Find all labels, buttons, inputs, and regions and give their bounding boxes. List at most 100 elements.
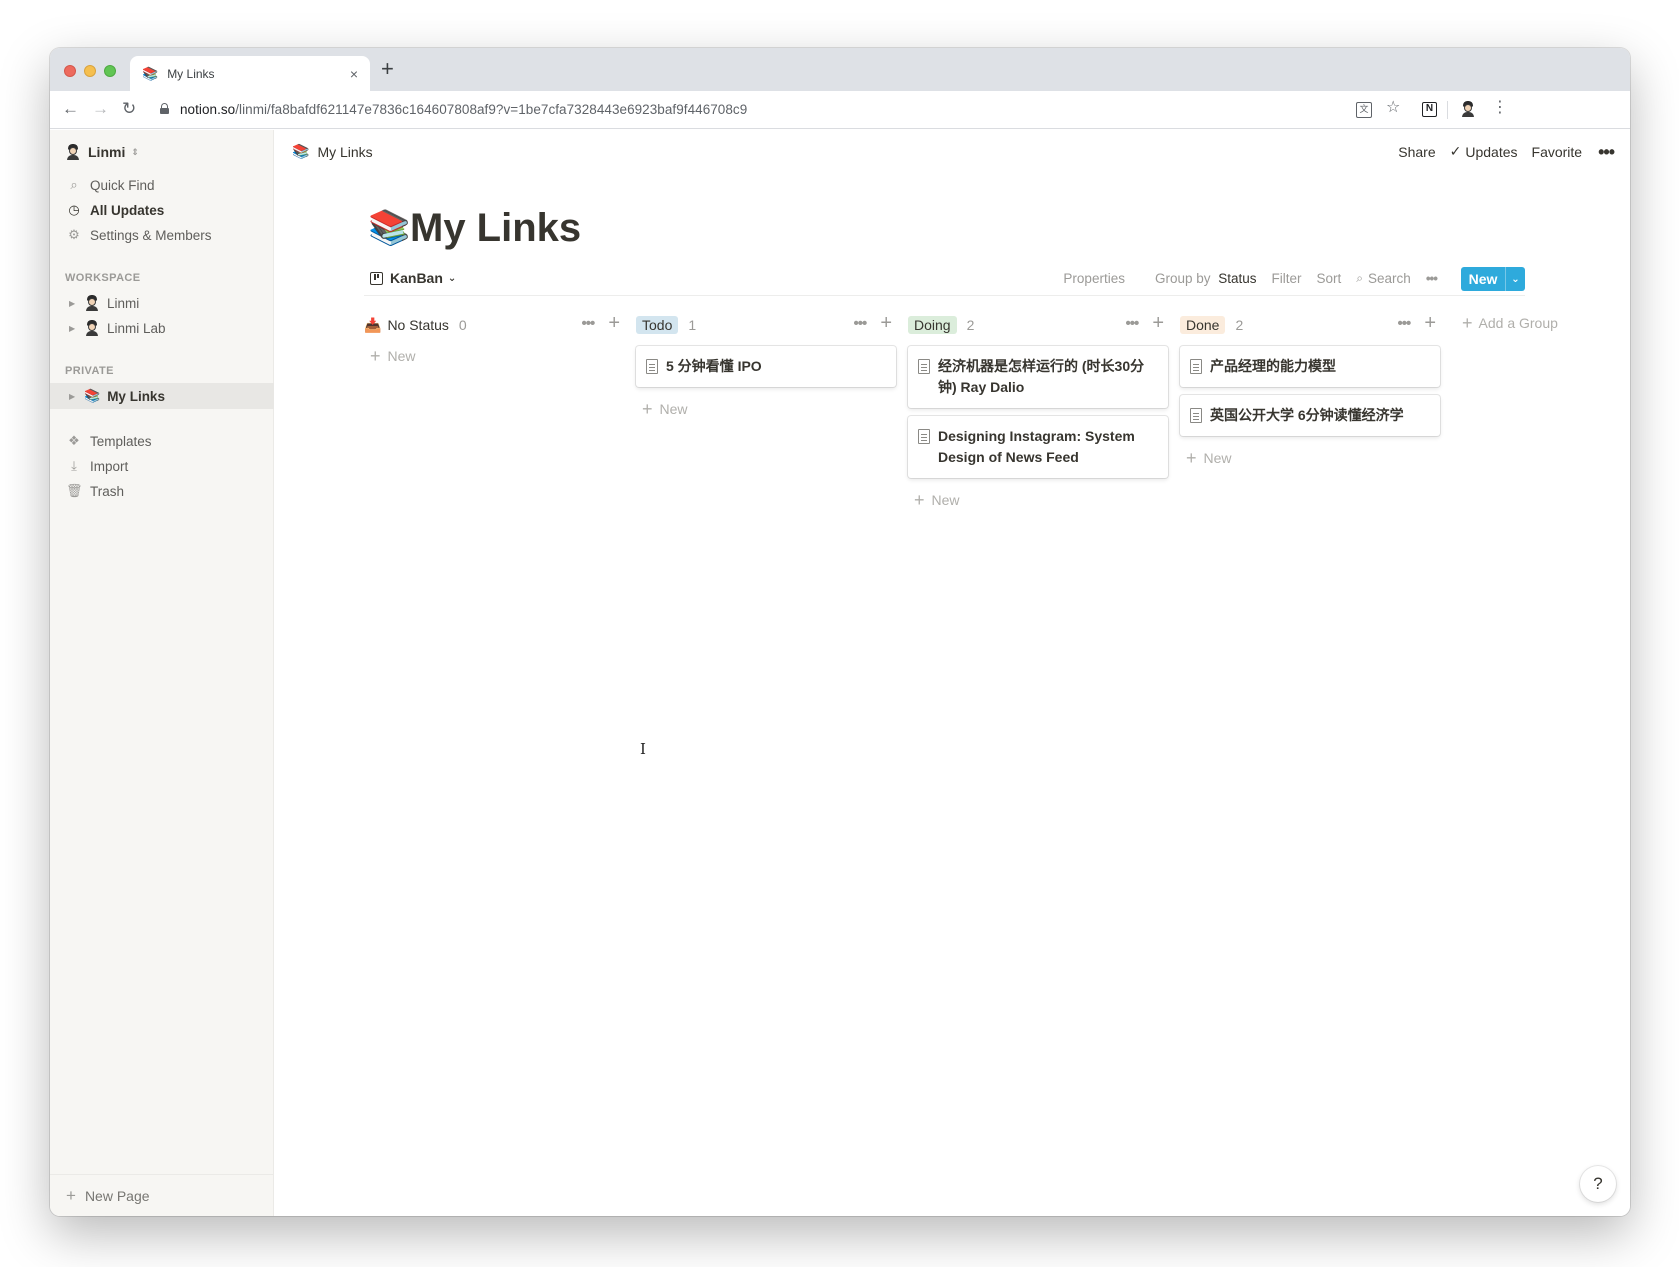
board-card[interactable]: 产品经理的能力模型 — [1180, 346, 1440, 387]
tab-title: My Links — [167, 66, 215, 81]
page-icon — [918, 359, 930, 374]
board-card[interactable]: 英国公开大学 6分钟读懂经济学 — [1180, 395, 1440, 436]
column-add-icon[interactable]: + — [1424, 313, 1436, 333]
column-more-icon[interactable]: ••• — [582, 315, 596, 332]
close-window-button[interactable] — [64, 65, 76, 77]
avatar — [65, 144, 81, 160]
card-title: 产品经理的能力模型 — [1210, 358, 1336, 374]
page-icon — [1190, 359, 1202, 374]
card-title: 5 分钟看懂 IPO — [666, 358, 762, 374]
board-card[interactable]: 经济机器是怎样运行的 (时长30分钟) Ray Dalio — [908, 346, 1168, 408]
group-by-value: Status — [1218, 271, 1257, 286]
sidebar-item-label: Settings & Members — [90, 227, 212, 243]
browser-tab[interactable]: 📚 My Links × — [130, 56, 370, 91]
more-options-icon[interactable]: ••• — [1598, 143, 1615, 161]
maximize-window-button[interactable] — [104, 65, 116, 77]
new-record-button[interactable]: New ⌄ — [1461, 267, 1525, 291]
board-card[interactable]: 5 分钟看懂 IPO — [636, 346, 896, 387]
new-tab-button[interactable]: + — [381, 58, 394, 80]
notion-extension-icon[interactable]: N — [1422, 102, 1437, 117]
filter-button[interactable]: Filter — [1272, 271, 1302, 286]
clock-icon: ◷ — [68, 202, 80, 217]
board-card[interactable]: Designing Instagram: System Design of Ne… — [908, 416, 1168, 478]
help-button[interactable]: ? — [1580, 1166, 1616, 1202]
import-icon: ⤓ — [71, 458, 77, 473]
lock-icon[interactable] — [160, 103, 169, 114]
more-view-options-icon[interactable]: ••• — [1426, 271, 1438, 286]
sidebar-item-label: All Updates — [90, 202, 165, 218]
sidebar-item-all-updates[interactable]: ◷ All Updates — [50, 197, 274, 223]
url-host: notion.so — [180, 102, 236, 117]
sidebar-item-templates[interactable]: ❖ Templates — [50, 428, 274, 454]
sidebar-item-linmi-lab[interactable]: ▶ Linmi Lab — [50, 315, 274, 341]
sidebar-item-import[interactable]: ⤓ Import — [50, 453, 274, 479]
column-header[interactable]: Doing 2 ••• + — [908, 312, 1168, 338]
plus-icon: + — [1462, 313, 1473, 333]
url-path: /linmi/fa8bafdf621147e7836c164607808af9?… — [235, 102, 748, 117]
column-add-icon[interactable]: + — [880, 313, 892, 333]
view-name: KanBan — [390, 270, 443, 286]
back-button[interactable]: ← — [62, 100, 79, 118]
column-tools: ••• + — [1398, 313, 1436, 333]
chevron-down-icon: ⌄ — [447, 272, 457, 284]
page-emoji-icon[interactable]: 📚 — [368, 208, 410, 248]
bookmark-star-icon[interactable]: ☆ — [1386, 99, 1400, 117]
expand-triangle-icon[interactable]: ▶ — [69, 299, 75, 308]
add-card-label: New — [1203, 450, 1232, 466]
sidebar-item-my-links[interactable]: ▶ 📚 My Links — [50, 383, 274, 409]
group-by-button[interactable]: Group by Status — [1140, 271, 1257, 286]
favorite-button[interactable]: Favorite — [1532, 144, 1583, 160]
page-title[interactable]: My Links — [410, 206, 581, 251]
column-add-icon[interactable]: + — [1152, 313, 1164, 333]
share-button[interactable]: Share — [1398, 144, 1435, 160]
status-pill: Todo — [636, 316, 679, 334]
add-card-button[interactable]: + New — [1186, 449, 1440, 467]
breadcrumb[interactable]: 📚 My Links — [292, 143, 373, 160]
expand-triangle-icon[interactable]: ▶ — [69, 392, 75, 401]
search-icon: ⌕ — [1356, 271, 1364, 285]
updates-button[interactable]: Updates — [1465, 144, 1517, 160]
sidebar-item-settings[interactable]: ⚙ Settings & Members — [50, 222, 274, 248]
add-card-button[interactable]: + New — [370, 347, 624, 365]
add-card-button[interactable]: + New — [642, 400, 896, 418]
breadcrumb-label: My Links — [317, 143, 373, 160]
forward-button[interactable]: → — [92, 100, 109, 118]
card-title: 英国公开大学 6分钟读懂经济学 — [1210, 407, 1404, 423]
chevron-down-icon[interactable]: ⌄ — [1506, 274, 1525, 285]
view-selector[interactable]: KanBan ⌄ — [370, 270, 456, 286]
browser-menu-icon[interactable]: ⋮ — [1492, 99, 1508, 117]
status-pill: Done — [1180, 316, 1226, 334]
profile-avatar-icon[interactable] — [1460, 101, 1478, 119]
address-bar[interactable]: notion.so/linmi/fa8bafdf621147e7836c1646… — [180, 102, 747, 117]
column-header[interactable]: 📥 No Status 0 ••• + — [364, 312, 624, 338]
workspace-switcher[interactable]: Linmi ⇕ — [65, 144, 139, 160]
sidebar-item-trash[interactable]: 🗑 Trash — [50, 478, 274, 504]
sidebar-item-label: Templates — [90, 433, 152, 449]
expand-triangle-icon[interactable]: ▶ — [69, 324, 75, 333]
column-header[interactable]: Todo 1 ••• + — [636, 312, 896, 338]
page-icon — [918, 429, 930, 444]
new-page-button[interactable]: + New Page — [50, 1174, 274, 1216]
properties-button[interactable]: Properties — [1063, 271, 1125, 286]
column-more-icon[interactable]: ••• — [1398, 315, 1412, 332]
column-count: 1 — [688, 317, 697, 333]
new-page-label: New Page — [84, 1187, 150, 1204]
translate-icon[interactable]: 文 — [1356, 102, 1372, 118]
search-button[interactable]: Search — [1368, 271, 1411, 286]
column-add-icon[interactable]: + — [608, 313, 620, 333]
column-count: 2 — [1235, 317, 1244, 333]
minimize-window-button[interactable] — [84, 65, 96, 77]
close-tab-icon[interactable]: × — [350, 66, 358, 82]
topbar-actions: Share ✓ Updates Favorite ••• — [1384, 143, 1615, 161]
column-more-icon[interactable]: ••• — [854, 315, 868, 332]
reload-button[interactable]: ↻ — [122, 100, 136, 118]
sort-button[interactable]: Sort — [1317, 271, 1342, 286]
sidebar-item-quick-find[interactable]: ⌕ Quick Find — [50, 172, 274, 198]
add-group-button[interactable]: + Add a Group — [1462, 313, 1558, 333]
column-more-icon[interactable]: ••• — [1126, 315, 1140, 332]
plus-icon: + — [66, 1185, 76, 1205]
sidebar-item-linmi[interactable]: ▶ Linmi — [50, 290, 274, 316]
add-card-button[interactable]: + New — [914, 491, 1168, 509]
view-actions: Properties Group by Status Filter Sort ⌕… — [1048, 271, 1438, 286]
column-header[interactable]: Done 2 ••• + — [1180, 312, 1440, 338]
